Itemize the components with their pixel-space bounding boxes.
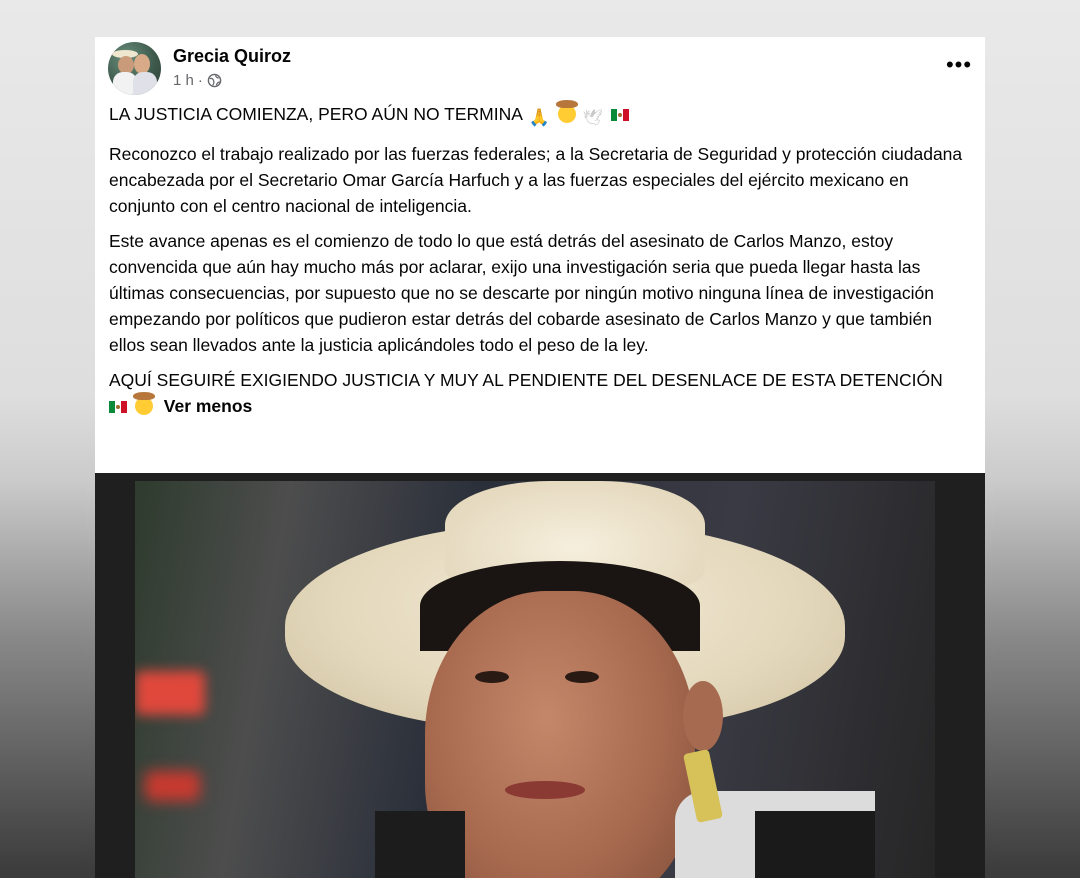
post-closing: AQUÍ SEGUIRÉ EXIGIENDO JUSTICIA Y MUY AL… [109,367,971,419]
post-card: Grecia Quiroz 1 h · ••• LA JUSTICIA COMI… [95,37,985,878]
photo-ear [683,681,723,751]
headline-text: LA JUSTICIA COMIENZA, PERO AÚN NO TERMIN… [109,104,522,124]
post-photo[interactable] [95,473,985,878]
post-meta: 1 h · [173,72,222,89]
meta-separator: · [197,72,203,89]
paragraph-1: Reconozco el trabajo realizado por las f… [109,144,963,216]
photo-eye [475,671,509,683]
photo-eye [565,671,599,683]
photo-image [135,481,935,878]
globe-icon [207,73,222,88]
avatar-person-2 [134,54,150,74]
mexico-flag-icon [610,109,629,121]
cowboy-face-icon [555,100,578,123]
post-header: Grecia Quiroz 1 h · ••• [95,37,985,101]
paragraph-2: Este avance apenas es el comienzo de tod… [109,231,934,355]
photo-face [425,591,695,878]
photo-strap [755,811,875,878]
timestamp[interactable]: 1 h [173,72,194,89]
cowboy-face-icon [132,392,155,415]
dove-icon: 🕊 [582,110,604,127]
background-blur-left [0,470,100,878]
more-options-icon[interactable]: ••• [945,54,973,83]
author-name[interactable]: Grecia Quiroz [173,46,291,67]
photo-bg-light [145,771,200,801]
post-headline: LA JUSTICIA COMIENZA, PERO AÚN NO TERMIN… [109,100,971,132]
folded-hands-icon: 🙏 [528,108,550,127]
avatar[interactable] [108,42,161,95]
post-body: LA JUSTICIA COMIENZA, PERO AÚN NO TERMIN… [95,100,985,419]
closing-text: AQUÍ SEGUIRÉ EXIGIENDO JUSTICIA Y MUY AL… [109,370,943,390]
mexico-flag-icon [109,401,127,413]
background-blur-right [980,470,1080,878]
photo-strap [375,811,465,878]
photo-bg-light [135,671,205,715]
see-less-link[interactable]: Ver menos [164,396,253,416]
avatar-body-2 [133,72,157,95]
photo-mouth [505,781,585,799]
